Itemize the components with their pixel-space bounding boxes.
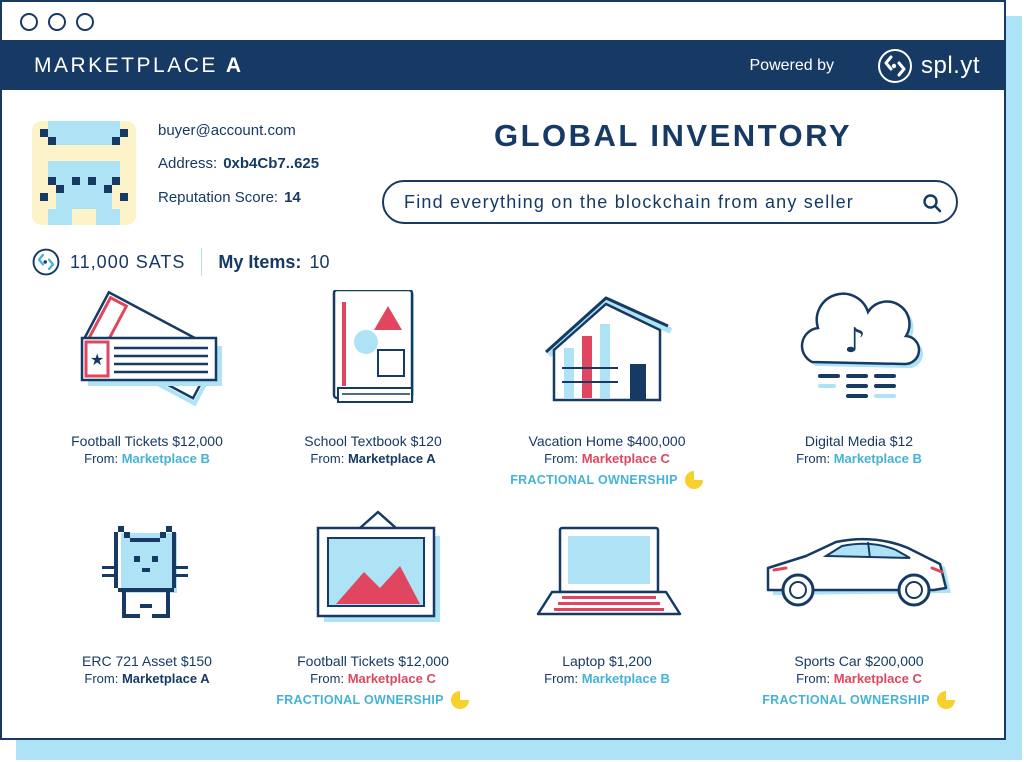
item-name: Vacation Home $400,000 [528,433,686,449]
wallet-balance: 11,000 SATS My Items: 10 [32,248,329,276]
splyt-logo[interactable]: spl.yt [877,48,980,84]
item-name: Football Tickets $12,000 [297,653,449,669]
search-bar[interactable] [382,180,958,224]
from-label: From: [544,671,579,686]
fractional-ownership-badge[interactable]: FRACTIONAL OWNERSHIP [248,690,498,710]
brand[interactable]: MARKETPLACE A [34,54,244,78]
marketplace-link[interactable]: Marketplace C [582,451,670,466]
item-card[interactable]: Sports Car $200,000 From: Marketplace C … [734,510,984,710]
item-card[interactable]: Vacation Home $400,000 From: Marketplace… [482,290,732,490]
balance-divider [201,248,203,276]
marketplace-link[interactable]: Marketplace B [582,671,670,686]
item-name: Digital Media $12 [804,433,914,449]
from-label: From: [544,451,579,466]
item-source: From: Marketplace C [248,671,498,686]
search-icon[interactable] [922,193,942,213]
fractional-ownership-badge[interactable]: FRACTIONAL OWNERSHIP [734,690,984,710]
window-dot-close[interactable] [20,13,38,31]
window-dot-maximize[interactable] [76,13,94,31]
window-dot-minimize[interactable] [48,13,66,31]
item-name: Sports Car $200,000 [794,653,924,669]
item-source: From: Marketplace B [482,671,732,686]
house-icon [544,296,673,402]
item-card[interactable]: Laptop $1,200 From: Marketplace B [482,510,732,710]
item-name: School Textbook $120 [304,433,442,449]
marketplace-link[interactable]: Marketplace B [122,451,210,466]
account-address: Address: 0xb4Cb7..625 [158,155,319,172]
page-title: GLOBAL INVENTORY [494,118,853,153]
splyt-logo-text: spl.yt [920,52,980,79]
tickets-icon: ★ [80,290,223,407]
svg-text:♪: ♪ [844,321,866,361]
cloud-music-icon: ♪ [800,292,924,398]
item-card[interactable]: ♪ Digital Media $12 From: Marketplace B [734,290,984,490]
item-source: From: Marketplace B [22,451,272,466]
from-label: From: [310,671,345,686]
marketplace-link[interactable]: Marketplace C [348,671,436,686]
marketplace-link[interactable]: Marketplace A [348,451,436,466]
fractional-ownership-label: FRACTIONAL OWNERSHIP [510,473,678,487]
my-items-label[interactable]: My Items: [218,252,301,273]
address-value[interactable]: 0xb4Cb7..625 [223,155,319,172]
laptop-icon [536,526,682,616]
from-label: From: [84,671,119,686]
address-label: Address: [158,155,218,172]
item-card[interactable]: ★ Football Tickets $12,000 From: Marketp… [22,290,272,490]
item-source: From: Marketplace B [734,451,984,466]
brand-name: MARKETPLACE [34,54,218,77]
window-titlebar [2,2,1004,42]
fractional-ownership-label: FRACTIONAL OWNERSHIP [276,693,444,707]
sats-token-icon [32,248,60,276]
from-label: From: [84,451,119,466]
sats-balance: 11,000 SATS [70,251,186,272]
account-reputation: Reputation Score: 14 [158,189,301,206]
account-email: buyer@account.com [158,122,296,139]
pie-chart-icon [684,471,703,489]
from-label: From: [796,671,831,686]
marketplace-link[interactable]: Marketplace B [834,451,922,466]
my-items-count: 10 [309,251,330,272]
item-name: Laptop $1,200 [562,653,652,669]
avatar[interactable] [32,121,136,225]
brand-letter: A [225,54,244,77]
item-card[interactable]: School Textbook $120 From: Marketplace A [248,290,498,490]
marketplace-link[interactable]: Marketplace A [122,671,210,686]
powered-by-label: Powered by [749,57,835,74]
search-input[interactable] [404,190,894,214]
fractional-ownership-badge[interactable]: FRACTIONAL OWNERSHIP [482,470,732,490]
app-header: MARKETPLACE A Powered by spl.yt [2,42,1004,90]
item-source: From: Marketplace A [22,671,272,686]
from-label: From: [796,451,831,466]
marketplace-link[interactable]: Marketplace C [834,671,922,686]
item-name: ERC 721 Asset $150 [82,653,212,669]
fractional-ownership-label: FRACTIONAL OWNERSHIP [762,693,930,707]
item-name: Football Tickets $12,000 [71,433,223,449]
framed-picture-icon [316,510,440,622]
splyt-logo-icon [877,49,912,83]
item-source: From: Marketplace C [482,451,732,466]
item-card[interactable]: ERC 721 Asset $150 From: Marketplace A [22,510,272,710]
textbook-icon [332,290,414,403]
sports-car-icon [766,537,951,607]
svg-text:★: ★ [90,350,104,369]
pie-chart-icon [936,691,955,709]
reputation-label: Reputation Score: [158,189,279,206]
item-card[interactable]: Football Tickets $12,000 From: Marketpla… [248,510,498,710]
from-label: From: [310,451,345,466]
reputation-value: 14 [284,189,301,206]
pixel-cat-icon [102,526,188,618]
pie-chart-icon [450,691,469,709]
item-source: From: Marketplace C [734,671,984,686]
item-source: From: Marketplace A [248,451,498,466]
